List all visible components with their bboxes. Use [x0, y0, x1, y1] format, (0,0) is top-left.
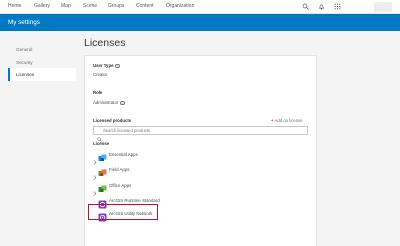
product-label: ArcGIS Runtime Standard	[109, 198, 160, 203]
product-label: Essential Apps	[109, 152, 138, 157]
header-title: My settings	[8, 19, 40, 26]
product-label: Office Apps	[109, 183, 132, 188]
search-icon	[97, 129, 102, 142]
sidebar-item-label: General	[16, 47, 33, 52]
license-header: License	[93, 141, 110, 146]
product-row-field-apps[interactable]: Field Apps	[93, 164, 293, 180]
product-row-office-apps[interactable]: Office Apps	[93, 180, 293, 196]
app-launcher-icon[interactable]	[334, 3, 341, 10]
nav-map[interactable]: Map	[61, 3, 71, 9]
role-value: Administrator i	[93, 100, 125, 106]
add-on-license-link[interactable]: + Add on license	[271, 118, 303, 123]
info-icon[interactable]: i	[115, 63, 120, 69]
sidebar-item-general[interactable]: General	[8, 43, 76, 56]
nav-organization[interactable]: Organization	[166, 3, 194, 9]
user-type-value: Creator	[93, 72, 108, 77]
sidebar-item-label: Security	[16, 60, 33, 65]
chevron-right-icon[interactable]	[93, 152, 97, 165]
licensed-products-label: Licensed products	[93, 118, 132, 123]
page-title: Licenses	[84, 37, 126, 49]
product-row-essential-apps[interactable]: Essential Apps	[93, 149, 293, 165]
nav-home[interactable]: Home	[8, 3, 21, 9]
highlight-box	[88, 204, 158, 220]
field-apps-icon	[98, 165, 107, 176]
search-licensed-products[interactable]	[93, 126, 308, 142]
info-icon[interactable]: i	[120, 100, 125, 106]
chevron-right-icon[interactable]	[93, 167, 97, 180]
top-navigation: Home Gallery Map Scene Groups Content Or…	[0, 0, 400, 14]
search-input[interactable]	[103, 127, 303, 134]
nav-scene[interactable]: Scene	[83, 3, 97, 9]
nav-groups[interactable]: Groups	[108, 3, 124, 9]
role-label: Role	[93, 90, 103, 95]
nav-gallery[interactable]: Gallery	[34, 3, 50, 9]
nav-content[interactable]: Content	[136, 3, 154, 9]
office-apps-icon	[98, 181, 107, 192]
product-label: Field Apps	[109, 167, 130, 172]
chevron-right-icon[interactable]	[93, 183, 97, 196]
sidebar-item-label: Licenses	[16, 72, 35, 77]
sidebar-item-licenses[interactable]: Licenses	[8, 68, 76, 81]
user-avatar[interactable]	[374, 2, 392, 12]
settings-header: My settings	[0, 14, 400, 31]
bell-icon[interactable]	[318, 3, 325, 10]
search-icon[interactable]	[302, 3, 309, 10]
essential-apps-icon	[98, 150, 107, 161]
user-type-label: User Type i	[93, 63, 120, 69]
